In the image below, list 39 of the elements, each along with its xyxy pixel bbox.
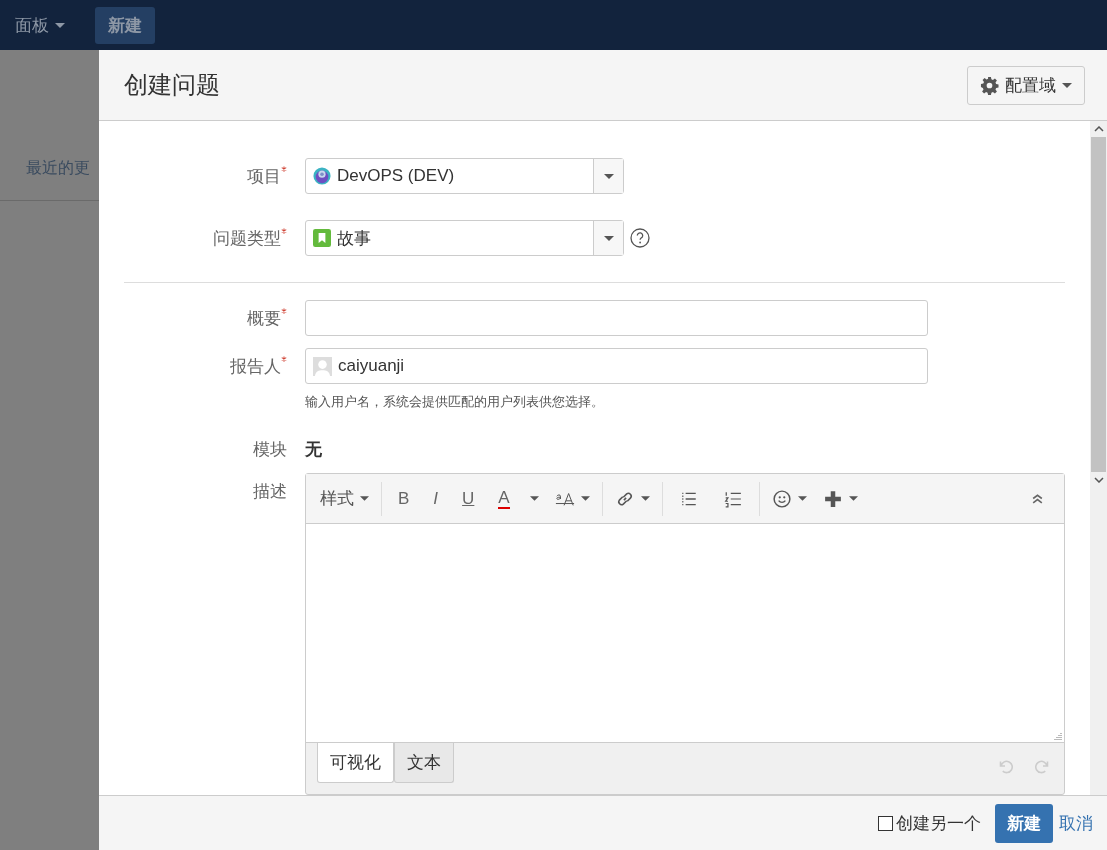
create-another-checkbox[interactable]: 创建另一个 (878, 811, 981, 835)
scroll-down-icon[interactable] (1093, 477, 1104, 483)
create-button[interactable]: 新建 (95, 6, 155, 44)
smiley-icon (771, 489, 792, 508)
help-icon[interactable] (630, 228, 650, 248)
summary-field[interactable] (305, 300, 928, 336)
reporter-field[interactable]: caiyuanji (305, 348, 928, 384)
dialog-title: 创建问题 (124, 70, 220, 100)
select-field[interactable]: 故事 (305, 220, 624, 256)
field-label: 模块 (253, 439, 287, 461)
select-field[interactable]: DevOPS (DEV) (305, 158, 624, 194)
toolbar-button[interactable]: 样式 (312, 481, 377, 516)
field-label: 报告人 (230, 356, 281, 378)
gear-icon (980, 75, 999, 95)
editor-tab[interactable]: 文本 (394, 743, 454, 783)
configure-button[interactable]: 配置域 (967, 65, 1085, 105)
toolbar-button[interactable]: A (486, 481, 522, 516)
field-label: 描述 (253, 481, 287, 503)
resize-grip-icon[interactable] (1054, 732, 1062, 740)
scroll-up-icon[interactable] (1093, 126, 1104, 132)
scroll-thumb[interactable] (1091, 137, 1106, 472)
field-hint: 输入用户名，系统会提供匹配的用户列表供您选择。 (305, 393, 605, 411)
collapse-icon[interactable] (1031, 492, 1044, 505)
field-label: 问题类型 (213, 228, 281, 250)
field-label: 概要 (247, 308, 281, 330)
field-label: 项目 (247, 166, 281, 188)
plus-icon (822, 489, 843, 508)
editor-tab[interactable]: 可视化 (317, 743, 394, 783)
nav-menu[interactable]: 面板 (15, 13, 65, 37)
submit-button[interactable]: 新建 (995, 803, 1053, 843)
cancel-link[interactable]: 取消 (1053, 811, 1099, 835)
numbered-list-icon (722, 489, 743, 508)
toolbar-button[interactable]: B (386, 481, 422, 516)
project-icon (313, 167, 331, 185)
avatar-icon (313, 356, 332, 376)
field-value: 无 (305, 439, 323, 461)
toolbar-button[interactable]: U (450, 481, 487, 516)
bookmark-icon (313, 229, 331, 247)
toolbar-button[interactable]: I (421, 481, 451, 516)
